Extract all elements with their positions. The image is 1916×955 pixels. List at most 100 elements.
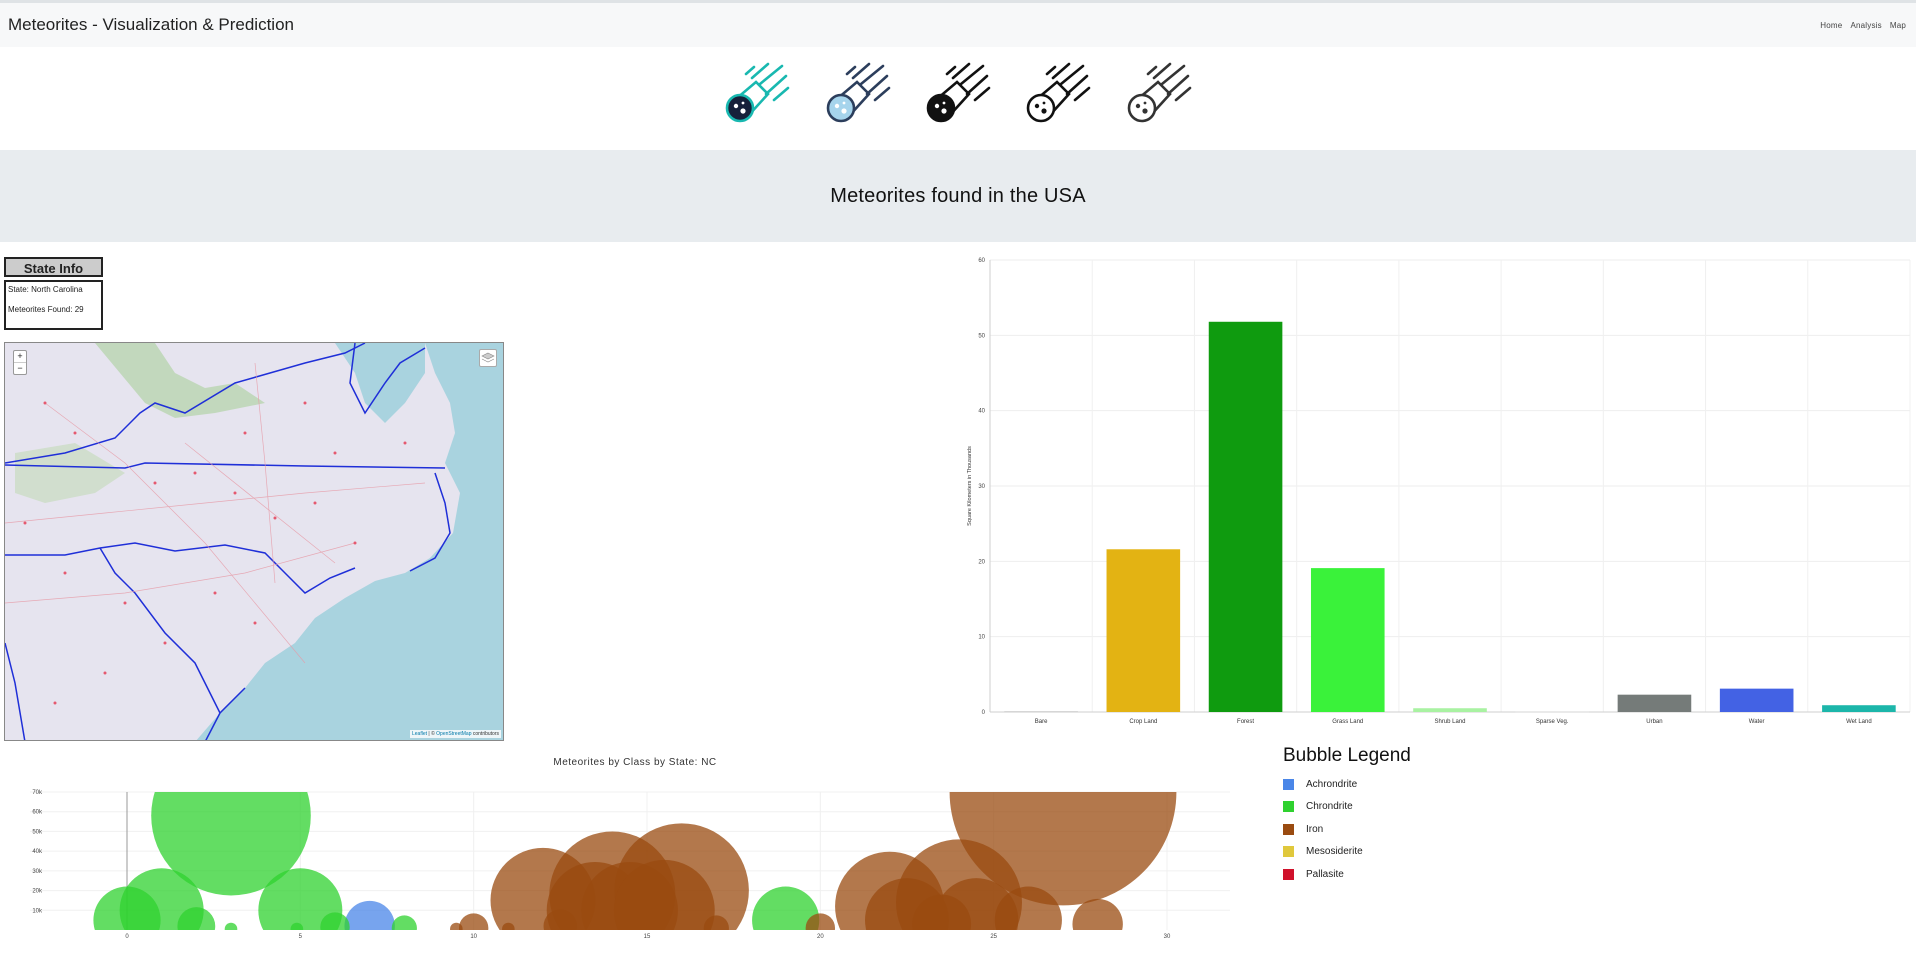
bar (1413, 708, 1487, 712)
attribution-separator: | © (427, 731, 437, 737)
bubble-chart-title: Meteorites by Class by State: NC (553, 757, 717, 768)
bubble-ytick-label: 20k (32, 889, 43, 895)
map-tiles (5, 343, 503, 740)
bubble-iron (703, 915, 729, 930)
bar-xtick-label: Water (1749, 719, 1765, 725)
osm-link[interactable]: OpenStreetMap (436, 731, 471, 737)
bar-xtick-label: Urban (1646, 719, 1662, 725)
meteor-blue-icon (826, 62, 891, 123)
bubble-chrondrite (391, 915, 417, 930)
bar (1515, 711, 1590, 713)
bubble-xtick-label: 5 (299, 934, 303, 940)
bar-ylabel: Square Kilometers in Thousands (967, 446, 973, 526)
bar-ytick-label: 20 (978, 559, 985, 565)
bar-ytick-label: 60 (978, 258, 985, 264)
legend-swatch (1283, 778, 1294, 790)
bubble-xtick-label: 20 (817, 934, 824, 940)
bar (1004, 711, 1078, 713)
map-zoom-in-button[interactable]: + (14, 351, 26, 362)
bubble-ytick-label: 70k (32, 790, 43, 796)
bar-ytick-label: 10 (978, 635, 985, 641)
bar-ytick-label: 40 (978, 409, 985, 415)
bubble-chrondrite (177, 907, 216, 930)
bar-ytick-label: 30 (978, 484, 985, 490)
map-zoom-out-button[interactable]: − (14, 362, 26, 374)
page-header: Meteorites found in the USA (0, 150, 1916, 242)
bar (1719, 688, 1794, 712)
meteorites-bubble-chart: 10k 20k 30k 40k 50k 60k 70k 0 5 10 15 20 25 30 (30, 790, 1230, 940)
bubble-iron (450, 922, 463, 930)
bubble-legend: Bubble Legend Achrondrite Chrondrite Iron M… (1283, 745, 1583, 886)
bubble-xtick-label: 30 (1164, 934, 1171, 940)
legend-label: Chrondrite (1306, 801, 1353, 813)
state-info-body: State: North Carolina Meteorites Found: … (4, 280, 103, 330)
legend-swatch (1283, 868, 1294, 880)
bubble-legend-title: Bubble Legend (1283, 745, 1411, 766)
legend-label: Iron (1306, 823, 1324, 835)
bubble-chrondrite (224, 922, 238, 930)
meteorite-count: Meteorites Found: 29 (8, 305, 84, 314)
meteor-light-icon (1127, 62, 1192, 123)
bubble-chrondrite (320, 912, 350, 930)
legend-label: Mesosiderite (1306, 846, 1363, 858)
bar-xtick-label: Forest (1237, 719, 1254, 725)
bar-ytick-label: 0 (982, 710, 986, 716)
bar-xtick-label: Bare (1035, 719, 1048, 725)
bar (1822, 705, 1896, 712)
bubble-xtick-label: 0 (125, 934, 129, 940)
bubble-iron (502, 922, 515, 930)
map-view[interactable]: + − Leaflet | © OpenStreetMap contributo… (4, 342, 504, 741)
bar (1310, 568, 1385, 712)
bar (1208, 321, 1283, 712)
legend-item-iron: Iron (1283, 818, 1583, 841)
layers-icon (481, 352, 495, 363)
bar-xtick-label: Crop Land (1129, 719, 1157, 725)
page-title: Meteorites found in the USA (830, 184, 1086, 207)
bubble-iron (1072, 898, 1123, 930)
bubble-xtick-label: 10 (470, 934, 477, 940)
bubble-ytick-label: 50k (32, 829, 43, 835)
app-title[interactable]: Meteorites - Visualization & Prediction (8, 15, 294, 35)
meteor-icons-row (0, 60, 1916, 132)
bar-xtick-label: Grass Land (1332, 719, 1363, 725)
legend-label: Pallasite (1306, 868, 1344, 880)
meteor-black-icon (926, 62, 991, 123)
navbar: Meteorites - Visualization & Prediction … (0, 3, 1916, 47)
state-name: State: North Carolina (8, 285, 83, 294)
bubble-ytick-label: 10k (32, 908, 43, 914)
bubble-ytick-label: 60k (32, 810, 43, 816)
legend-swatch (1283, 846, 1294, 858)
bubble-xtick-label: 25 (990, 934, 997, 940)
nav-analysis-link[interactable]: Analysis (1850, 21, 1881, 30)
bubble-ytick-label: 40k (32, 849, 43, 855)
nav-links: Home Analysis Map (1820, 21, 1906, 30)
state-info-title: State Info (4, 257, 103, 277)
attribution-text: contributors (471, 731, 499, 737)
meteor-outline-icon (1026, 62, 1091, 123)
bubble-xtick-label: 15 (644, 934, 651, 940)
bar-xtick-label: Sparse Veg. (1536, 719, 1569, 725)
bar-xtick-label: Wet Land (1846, 719, 1872, 725)
legend-label: Achrondrite (1306, 778, 1358, 790)
leaflet-link[interactable]: Leaflet (412, 731, 427, 737)
legend-item-pallasite: Pallasite (1283, 863, 1583, 886)
bar (1617, 694, 1692, 712)
legend-swatch (1283, 823, 1294, 835)
map-attribution: Leaflet | © OpenStreetMap contributors (410, 730, 501, 738)
nav-home-link[interactable]: Home (1820, 21, 1842, 30)
legend-item-chrondrite: Chrondrite (1283, 796, 1583, 819)
map-layers-button[interactable] (479, 349, 497, 367)
bubble-ytick-label: 30k (32, 869, 43, 875)
nav-map-link[interactable]: Map (1890, 21, 1906, 30)
bar-xtick-label: Shrub Land (1434, 719, 1465, 725)
bubble-achrondrite (344, 900, 395, 930)
legend-item-mesosiderite: Mesosiderite (1283, 841, 1583, 864)
bar-ytick-label: 50 (978, 333, 985, 339)
bubble-iron (912, 894, 972, 930)
legend-swatch (1283, 801, 1294, 813)
legend-item-achrondrite: Achrondrite (1283, 773, 1583, 796)
land-cover-bar-chart: 0 10 20 30 40 50 60 Bare Crop Land Forest Grass La… (967, 258, 1911, 725)
map-zoom-control: + − (13, 350, 27, 375)
bar (1106, 549, 1181, 712)
state-info-panel: State Info State: North Carolina Meteori… (4, 257, 103, 330)
